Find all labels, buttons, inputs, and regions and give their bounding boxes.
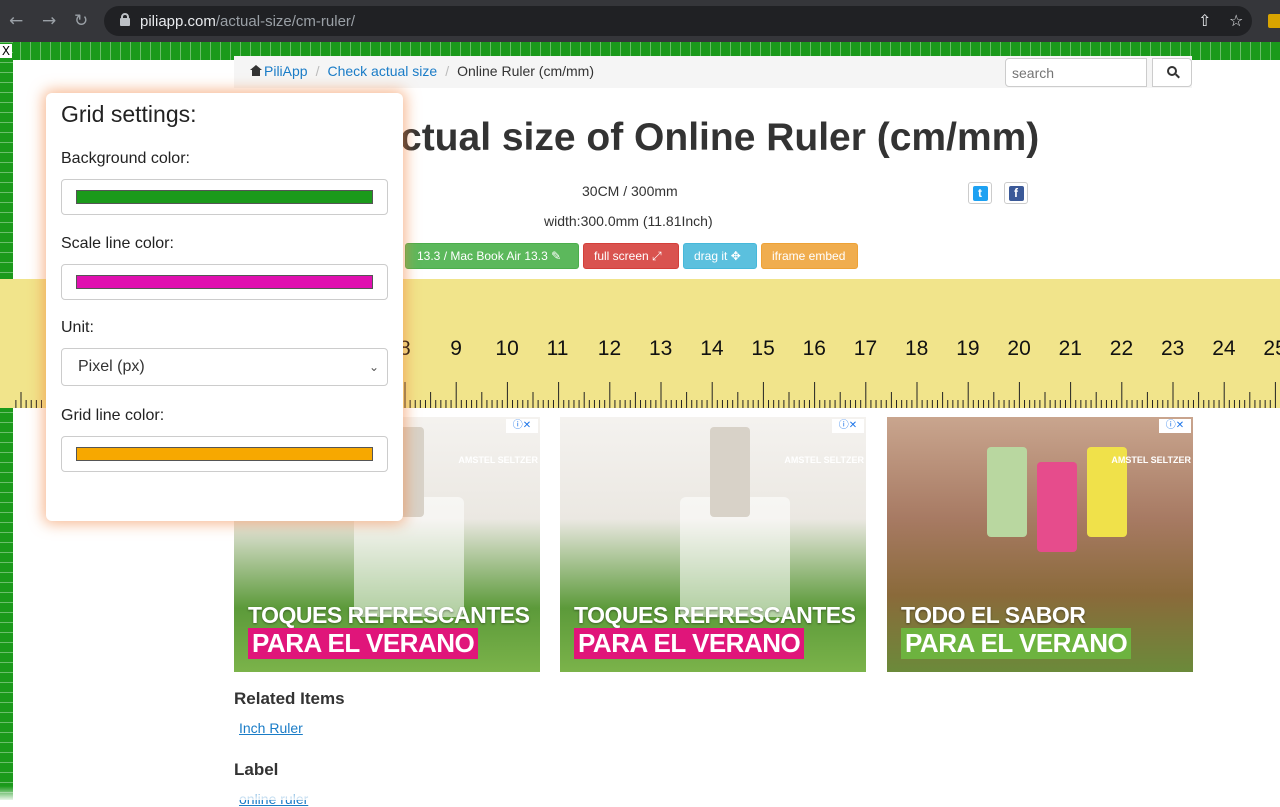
breadcrumb-home[interactable]: PiliApp — [264, 63, 308, 79]
breadcrumb-check-actual-size[interactable]: Check actual size — [327, 63, 437, 79]
forward-icon[interactable]: → — [42, 11, 56, 31]
can-image — [1037, 462, 1077, 552]
ruler-width: width:300.0mm (11.81Inch) — [544, 213, 713, 229]
ad-headline: TOQUES REFRESCANTES — [248, 602, 530, 628]
ad-subheadline: PARA EL VERANO — [248, 628, 479, 659]
adchoices-icon[interactable]: ⓘ✕ — [506, 419, 538, 433]
back-icon[interactable]: ← — [9, 11, 23, 31]
panel-title: Grid settings: — [61, 101, 197, 127]
search-button[interactable] — [1152, 58, 1192, 87]
home-icon — [250, 65, 262, 76]
ad-headline: TOQUES REFRESCANTES — [574, 602, 856, 628]
background-color-label: Background color: — [61, 150, 190, 167]
ruler-number: 18 — [905, 337, 929, 360]
grid-settings-panel: Grid settings: Background color: Scale l… — [46, 93, 403, 521]
scale-line-color-label: Scale line color: — [61, 235, 174, 252]
adchoices-icon[interactable]: ⓘ✕ — [832, 419, 864, 433]
ad-banner-3[interactable]: ⓘ✕ AMSTEL SELTZER TODO EL SABOR PARA EL … — [887, 417, 1193, 672]
extension-icon[interactable] — [1268, 14, 1280, 28]
ad-subheadline: PARA EL VERANO — [901, 628, 1132, 659]
grid-line-color-input[interactable] — [61, 436, 388, 472]
ad-banner-2[interactable]: ⓘ✕ AMSTEL SELTZER TOQUES REFRESCANTES PA… — [560, 417, 866, 672]
ruler-number: 14 — [700, 337, 724, 360]
grid-close-button[interactable]: X — [0, 44, 12, 58]
unit-label: Unit: — [61, 319, 94, 336]
facebook-icon: f — [1008, 186, 1024, 201]
grid-left-scale — [0, 42, 13, 800]
star-icon[interactable]: ☆ — [1229, 11, 1243, 30]
ruler-number: 11 — [546, 337, 569, 360]
unit-select[interactable]: Pixel (px) ⌄ — [61, 348, 388, 386]
ruler-number: 12 — [597, 337, 622, 360]
ruler-number: 24 — [1212, 337, 1236, 360]
ad-brand: AMSTEL SELTZER — [458, 455, 538, 465]
ad-brand: AMSTEL SELTZER — [1111, 455, 1191, 465]
ruler-size: 30CM / 300mm — [582, 183, 678, 199]
share-icon[interactable]: ⇧ — [1198, 11, 1211, 30]
address-bar[interactable]: piliapp.com/actual-size/cm-ruler/ — [104, 6, 1252, 36]
reload-icon[interactable]: ↻ — [74, 11, 88, 31]
background-color-input[interactable] — [61, 179, 388, 215]
ruler-number: 20 — [1007, 337, 1031, 360]
facebook-share-button[interactable]: f — [1004, 182, 1028, 204]
breadcrumb-current: Online Ruler (cm/mm) — [457, 63, 594, 79]
page-title: ctual size of Online Ruler (cm/mm) — [400, 116, 1040, 159]
lock-icon — [120, 13, 130, 26]
ruler-number: 25 — [1263, 337, 1280, 360]
scale-line-color-swatch — [76, 275, 373, 289]
fullscreen-button[interactable]: full screen ⤢ — [583, 243, 679, 269]
ad-brand: AMSTEL SELTZER — [784, 455, 864, 465]
ruler-number: 21 — [1058, 337, 1082, 360]
ruler-number: 23 — [1161, 337, 1185, 360]
twitter-share-button[interactable]: t — [968, 182, 992, 204]
ruler-number: 17 — [853, 337, 878, 360]
ruler-number: 19 — [956, 337, 980, 360]
pencil-icon: ✎ — [551, 249, 562, 263]
ruler-number: 9 — [450, 337, 462, 360]
background-color-swatch — [76, 190, 373, 204]
drag-button[interactable]: drag it ✥ — [683, 243, 757, 269]
can-image — [710, 427, 750, 517]
chevron-down-icon: ⌄ — [368, 360, 379, 374]
iframe-embed-button[interactable]: iframe embed — [761, 243, 858, 269]
inch-ruler-link[interactable]: Inch Ruler — [239, 720, 303, 736]
ruler-number: 16 — [802, 337, 826, 360]
grid-line-color-swatch — [76, 447, 373, 461]
grid-line-color-label: Grid line color: — [61, 407, 165, 424]
ad-subheadline: PARA EL VERANO — [574, 628, 805, 659]
search-input[interactable] — [1005, 58, 1147, 87]
move-icon: ✥ — [730, 249, 741, 263]
label-heading: Label — [234, 760, 279, 779]
adchoices-icon[interactable]: ⓘ✕ — [1159, 419, 1191, 433]
url-text: piliapp.com/actual-size/cm-ruler/ — [140, 13, 356, 30]
scale-line-color-input[interactable] — [61, 264, 388, 300]
twitter-icon: t — [972, 186, 988, 201]
related-items-heading: Related Items — [234, 689, 345, 708]
ruler-number: 10 — [495, 337, 519, 360]
device-select-button[interactable]: 13.3 / Mac Book Air 13.3 ✎ — [405, 243, 579, 269]
ad-headline: TODO EL SABOR — [901, 602, 1086, 628]
ruler-number: 22 — [1109, 337, 1134, 360]
expand-icon: ⤢ — [652, 249, 662, 263]
can-image — [987, 447, 1027, 537]
ruler-number: 13 — [649, 337, 673, 360]
ruler-number: 15 — [751, 337, 775, 360]
browser-toolbar: ← → ↻ piliapp.com/actual-size/cm-ruler/ … — [0, 0, 1280, 42]
